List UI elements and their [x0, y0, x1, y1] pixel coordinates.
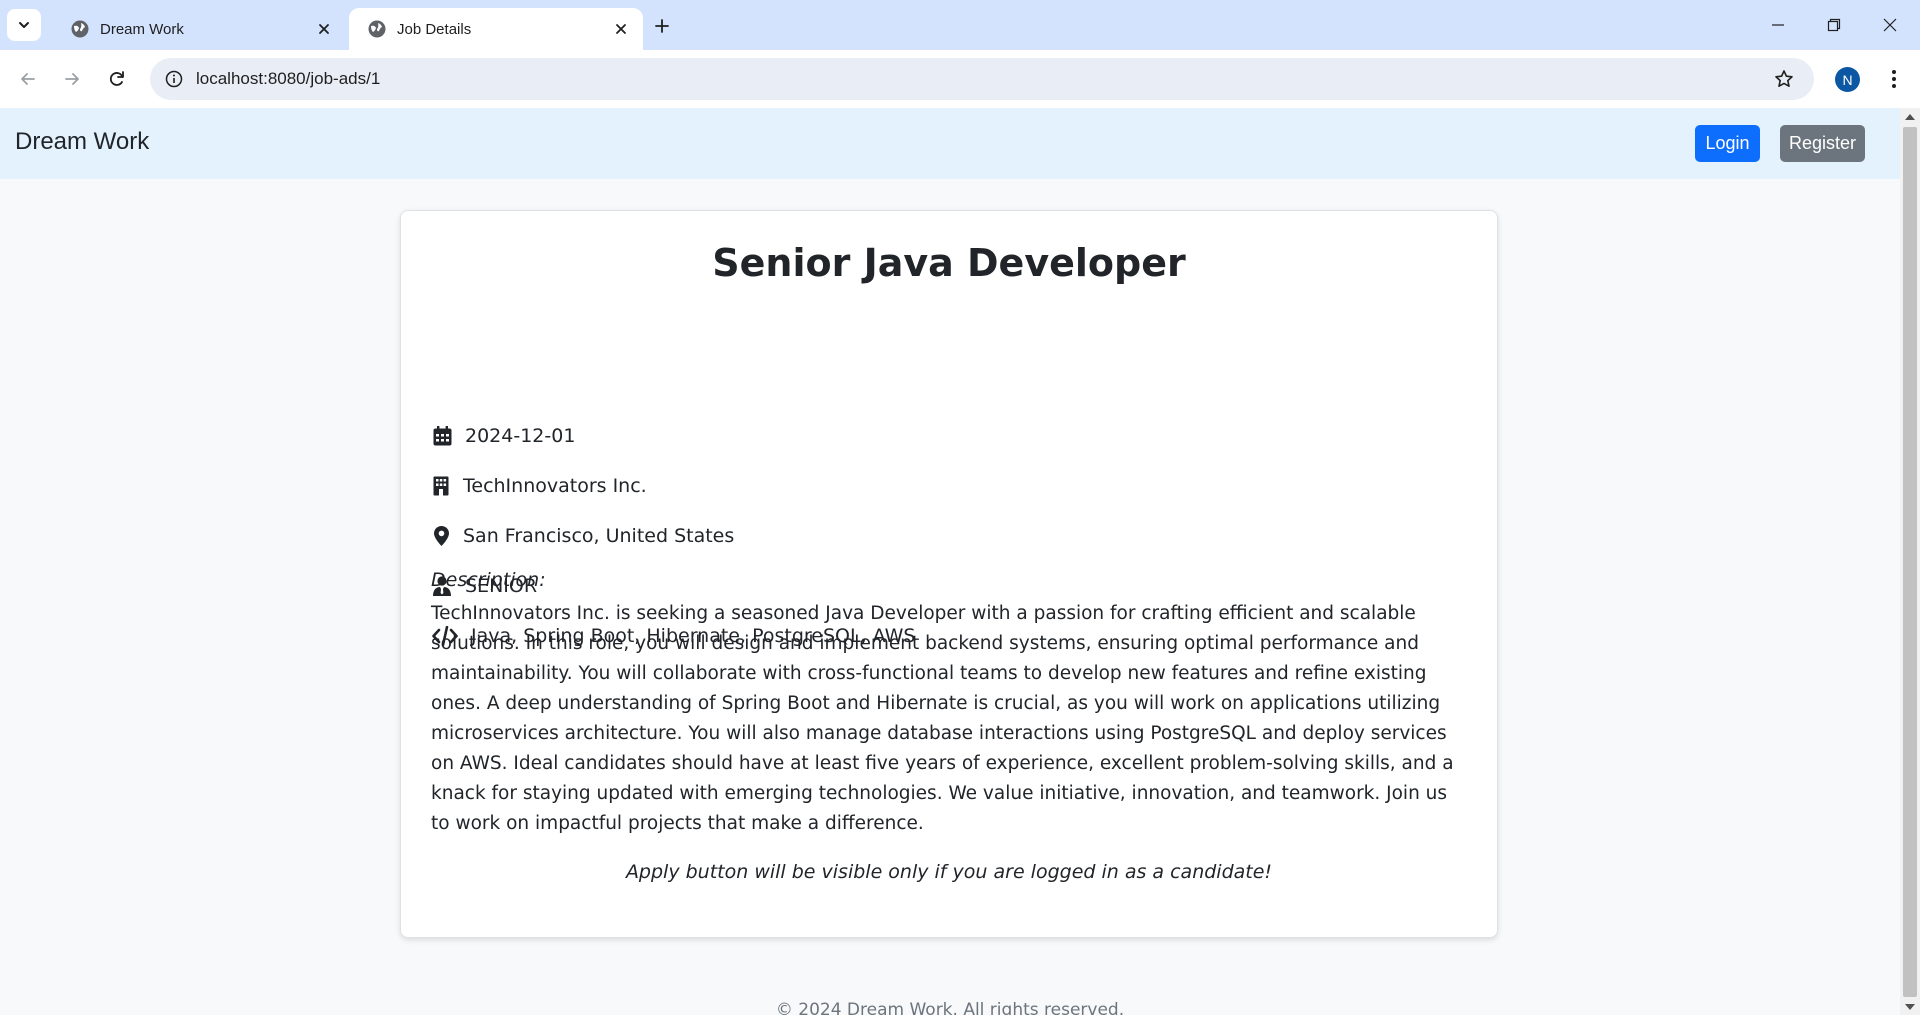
tab-title: Job Details — [397, 20, 472, 38]
map-pin-icon — [431, 525, 451, 547]
site-brand[interactable]: Dream Work — [15, 128, 149, 156]
chevron-down-icon — [19, 22, 29, 28]
url-text[interactable]: localhost:8080/job-ads/1 — [196, 69, 380, 89]
globe-icon — [71, 20, 89, 38]
job-date-row: 2024-12-01 — [431, 421, 575, 451]
job-location: San Francisco, United States — [463, 525, 735, 547]
calendar-icon — [431, 425, 453, 447]
plus-icon — [655, 19, 669, 33]
close-icon[interactable] — [314, 19, 334, 39]
job-title: Senior Java Developer — [712, 241, 1186, 285]
tab-strip: Dream Work Job Details — [0, 0, 1920, 50]
profile-avatar[interactable]: N — [1835, 67, 1860, 92]
close-icon[interactable] — [611, 19, 631, 39]
back-button[interactable] — [10, 61, 46, 97]
more-vert-icon[interactable] — [1880, 65, 1908, 93]
minimize-icon — [1772, 24, 1784, 26]
close-icon — [1883, 18, 1897, 32]
close-window-button[interactable] — [1862, 0, 1918, 50]
job-date: 2024-12-01 — [465, 425, 576, 447]
globe-icon — [368, 20, 386, 38]
restore-button[interactable] — [1806, 0, 1862, 50]
new-tab-button[interactable] — [648, 12, 676, 40]
page-footer: © 2024 Dream Work. All rights reserved. — [775, 1000, 1125, 1015]
tab-dream-work[interactable]: Dream Work — [52, 8, 346, 50]
restore-icon — [1827, 18, 1841, 32]
arrow-left-icon — [21, 73, 35, 85]
tab-title: Dream Work — [100, 20, 184, 38]
register-button[interactable]: Register — [1780, 125, 1865, 162]
arrow-right-icon — [65, 73, 79, 85]
scroll-down-arrow-icon[interactable] — [1900, 998, 1920, 1015]
page-viewport: Dream Work Login Register Senior Java De… — [0, 108, 1900, 1015]
scroll-up-arrow-icon[interactable] — [1900, 108, 1920, 125]
reload-icon — [109, 71, 124, 86]
page-scrollbar[interactable] — [1900, 108, 1920, 1015]
forward-button[interactable] — [54, 61, 90, 97]
site-navbar: Dream Work Login Register — [0, 108, 1900, 179]
tab-search-button[interactable] — [7, 9, 41, 41]
scrollbar-thumb[interactable] — [1903, 127, 1917, 997]
job-location-row: San Francisco, United States — [431, 521, 734, 551]
job-details-card: Senior Java Developer 2024-12-01 TechInn… — [400, 210, 1498, 938]
description-label: Description: — [431, 569, 546, 591]
info-icon[interactable] — [160, 65, 188, 93]
job-company-row: TechInnovators Inc. — [431, 471, 647, 501]
apply-note: Apply button will be visible only if you… — [625, 861, 1273, 883]
building-icon — [431, 475, 451, 497]
tab-job-details[interactable]: Job Details — [349, 8, 643, 50]
job-description: TechInnovators Inc. is seeking a seasone… — [431, 603, 1454, 834]
address-bar[interactable]: localhost:8080/job-ads/1 — [150, 58, 1814, 100]
browser-toolbar: localhost:8080/job-ads/1 N — [0, 50, 1920, 108]
minimize-button[interactable] — [1750, 0, 1806, 50]
job-company: TechInnovators Inc. — [463, 475, 647, 497]
bookmark-star-icon[interactable] — [1770, 65, 1798, 93]
login-button[interactable]: Login — [1695, 125, 1760, 162]
reload-button[interactable] — [99, 61, 135, 97]
